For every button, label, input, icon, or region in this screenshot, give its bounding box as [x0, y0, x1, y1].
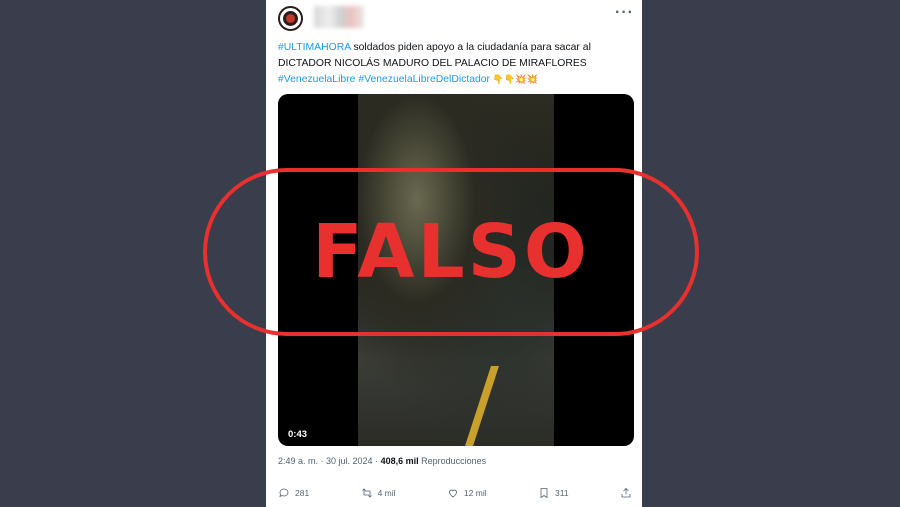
emoji-group: 👇👇💥💥 — [492, 75, 538, 85]
hashtag-venezuelalibredeldictador[interactable]: #VenezuelaLibreDelDictador — [358, 74, 490, 85]
falso-stamp-text: FALSO — [312, 209, 590, 295]
action-bar: 281 4 mil 12 mil 311 — [278, 487, 632, 499]
tweet-meta: 2:49 a. m. · 30 jul. 2024 · 408,6 mil Re… — [278, 456, 486, 466]
avatar[interactable] — [278, 6, 303, 31]
share-button[interactable] — [620, 487, 632, 499]
video-duration: 0:43 — [288, 429, 308, 440]
tweet-text: #ULTIMAHORA soldados piden apoyo a la ci… — [278, 40, 608, 88]
more-options-icon[interactable]: ··· — [615, 4, 634, 22]
road-line — [465, 366, 499, 446]
bookmark-button[interactable]: 311 — [538, 487, 569, 499]
bookmark-count: 311 — [555, 488, 569, 498]
retweet-count: 4 mil — [377, 488, 396, 498]
like-count: 12 mil — [463, 488, 487, 498]
reply-button[interactable]: 281 — [278, 487, 309, 499]
retweet-icon — [361, 488, 372, 498]
bookmark-icon — [540, 488, 548, 499]
hashtag-ultimahora[interactable]: #ULTIMAHORA — [278, 42, 351, 53]
tweet-time[interactable]: 2:49 a. m. · 30 jul. 2024 · — [278, 456, 381, 466]
view-count: 408,6 mil — [380, 456, 419, 466]
blurred-username[interactable] — [314, 6, 364, 28]
heart-icon — [449, 489, 457, 498]
reply-icon — [279, 488, 289, 498]
hashtag-venezuelalibre[interactable]: #VenezuelaLibre — [278, 74, 355, 85]
retweet-button[interactable]: 4 mil — [361, 487, 396, 499]
reply-count: 281 — [295, 488, 310, 498]
share-icon — [621, 487, 631, 498]
like-button[interactable]: 12 mil — [447, 487, 487, 499]
views-label: Reproducciones — [418, 456, 487, 466]
